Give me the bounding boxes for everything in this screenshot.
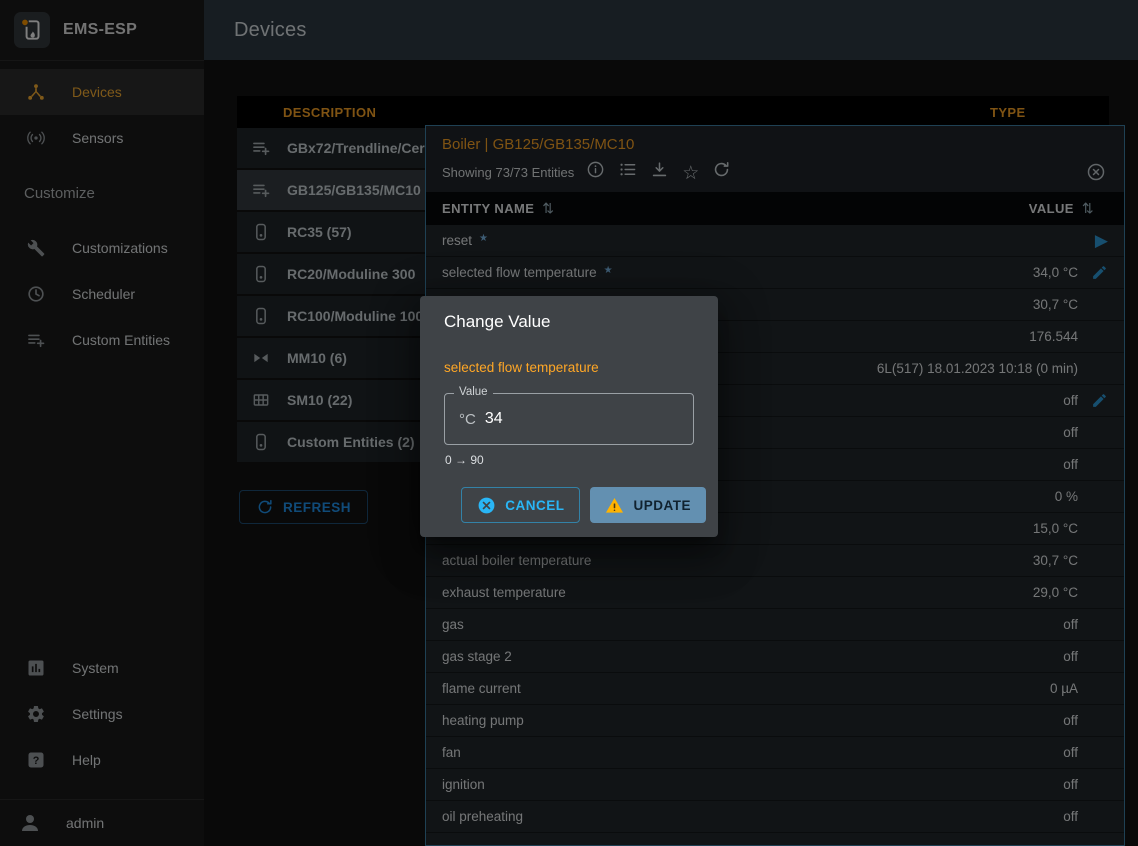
- change-value-dialog: Change Value selected flow temperature V…: [420, 296, 718, 537]
- cancel-button[interactable]: CANCEL: [461, 487, 580, 523]
- ems-esp-app: EMS-ESP DevicesSensors Customize Customi…: [0, 0, 1138, 846]
- update-label: UPDATE: [633, 498, 691, 513]
- update-button[interactable]: UPDATE: [590, 487, 706, 523]
- warning-icon: [605, 496, 624, 515]
- dialog-actions: CANCEL UPDATE: [420, 467, 718, 537]
- value-field[interactable]: Value °C: [444, 393, 694, 445]
- dialog-title: Change Value: [420, 296, 718, 346]
- dialog-content: selected flow temperature Value °C 0 → 9…: [420, 346, 718, 467]
- cancel-label: CANCEL: [505, 498, 564, 513]
- value-field-label: Value: [454, 386, 493, 398]
- field-label: selected flow temperature: [444, 360, 694, 375]
- unit-adornment: °C: [459, 411, 476, 428]
- cancel-icon: [477, 496, 496, 515]
- range-hint: 0 → 90: [445, 453, 694, 467]
- value-input[interactable]: [485, 410, 679, 428]
